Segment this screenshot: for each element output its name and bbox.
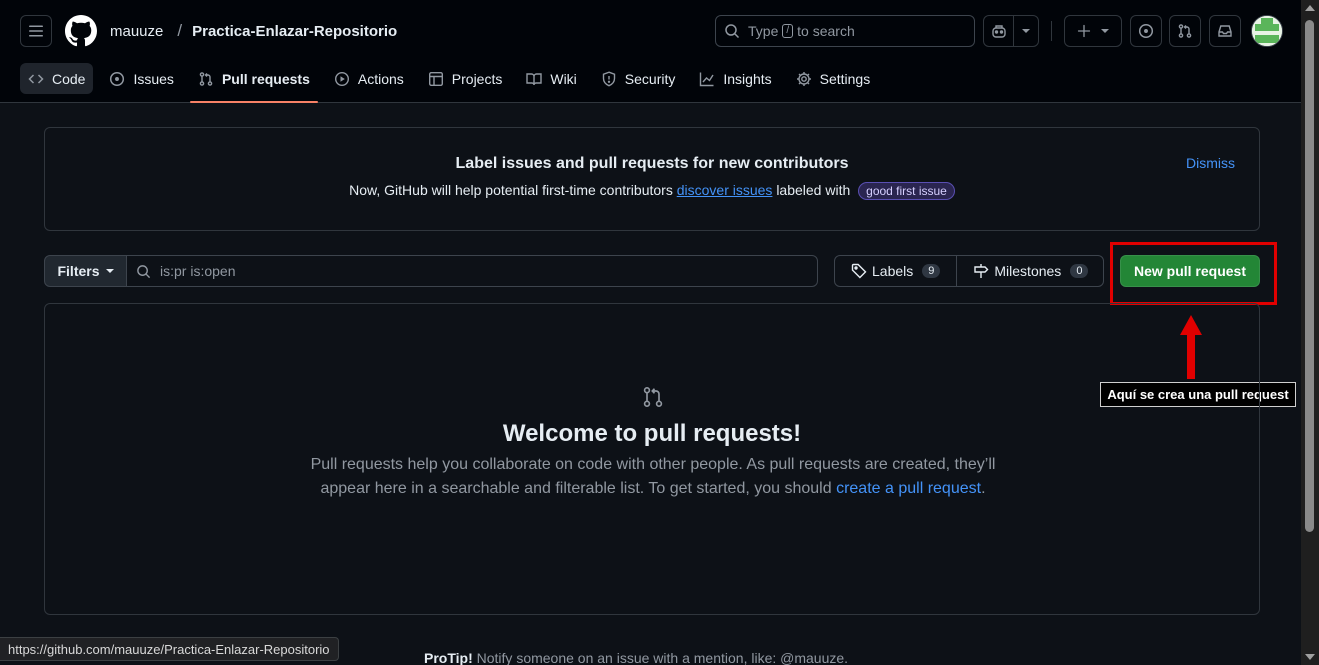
milestones-count: 0	[1070, 264, 1089, 278]
filters-button[interactable]: Filters	[44, 255, 127, 287]
copilot-dropdown-button[interactable]	[1014, 29, 1038, 33]
inbox-button[interactable]	[1209, 15, 1241, 47]
menu-button[interactable]	[20, 15, 52, 47]
search-placeholder-suffix: to search	[797, 23, 855, 39]
tag-icon	[851, 263, 867, 279]
milestones-button[interactable]: Milestones 0	[956, 256, 1104, 286]
milestones-label: Milestones	[994, 263, 1062, 279]
tab-wiki[interactable]: Wiki	[518, 63, 584, 94]
labels-count: 9	[922, 264, 941, 278]
copilot-button[interactable]	[983, 15, 1039, 47]
copilot-icon[interactable]	[984, 16, 1014, 46]
search-icon	[725, 24, 740, 39]
search-shortcut-key: /	[782, 24, 794, 38]
breadcrumb-separator: /	[177, 21, 183, 40]
tab-insights[interactable]: Insights	[691, 63, 779, 94]
protip: ProTip! Notify someone on an issue with …	[424, 650, 848, 665]
search-input[interactable]: Type / to search	[715, 15, 975, 47]
tab-projects[interactable]: Projects	[420, 63, 511, 94]
create-pull-request-link[interactable]: create a pull request	[836, 480, 981, 497]
git-pull-request-icon	[1178, 24, 1192, 38]
scroll-up-arrow-icon[interactable]	[1305, 5, 1315, 11]
header-divider	[1051, 21, 1052, 41]
banner-title: Label issues and pull requests for new c…	[455, 155, 849, 172]
plus-icon	[1077, 24, 1091, 38]
issue-opened-icon	[1138, 23, 1154, 39]
banner-text-before: Now, GitHub will help potential first-ti…	[349, 182, 673, 198]
page-scrollbar[interactable]	[1301, 0, 1319, 665]
discover-issues-link[interactable]: discover issues	[677, 182, 773, 198]
tab-label: Insights	[723, 70, 772, 87]
scrollbar-thumb[interactable]	[1305, 20, 1314, 532]
tab-label: Actions	[357, 70, 404, 87]
tab-label: Projects	[451, 70, 503, 87]
shield-icon	[602, 70, 615, 86]
issue-opened-icon	[110, 71, 125, 86]
filter-search-input[interactable]	[160, 263, 760, 279]
play-icon	[334, 71, 349, 86]
global-header: mauuze / Practica-Enlazar-Repositorio Ty…	[0, 0, 1301, 103]
chevron-down-icon	[105, 269, 114, 273]
protip-text: Notify someone on an issue with a mentio…	[476, 650, 849, 665]
dismiss-button[interactable]: Dismiss	[1186, 155, 1235, 171]
pull-requests-button[interactable]	[1169, 15, 1201, 47]
tab-label: Pull requests	[221, 70, 310, 87]
tab-issues[interactable]: Issues	[101, 63, 181, 94]
github-logo-icon[interactable]	[65, 15, 97, 47]
avatar[interactable]	[1251, 15, 1283, 47]
tab-code[interactable]: Code	[20, 63, 94, 94]
chevron-down-icon	[1022, 29, 1030, 33]
search-icon	[137, 264, 151, 278]
hamburger-icon	[29, 25, 43, 37]
protip-bold: ProTip!	[424, 650, 473, 665]
search-placeholder-prefix: Type	[748, 23, 779, 39]
tab-actions[interactable]: Actions	[326, 63, 412, 94]
tab-label: Code	[52, 70, 86, 87]
repo-name-link[interactable]: Practica-Enlazar-Repositorio	[192, 23, 397, 40]
code-icon	[28, 73, 44, 84]
blankslate-period: .	[981, 480, 986, 497]
labels-milestones-group: Labels 9 Milestones 0	[834, 255, 1104, 287]
filters-label: Filters	[57, 263, 100, 279]
graph-icon	[700, 72, 714, 86]
tab-label: Issues	[133, 70, 174, 87]
browser-status-url: https://github.com/mauuze/Practica-Enlaz…	[0, 637, 339, 661]
table-icon	[428, 71, 443, 86]
labels-label: Labels	[872, 263, 914, 279]
blankslate-title: Welcome to pull requests!	[502, 420, 802, 447]
create-new-button[interactable]	[1064, 15, 1122, 47]
tab-label: Settings	[819, 70, 871, 87]
book-icon	[526, 72, 543, 85]
repo-owner-link[interactable]: mauuze	[110, 23, 163, 40]
tab-label: Wiki	[550, 70, 577, 87]
gear-icon	[796, 71, 811, 86]
tab-security[interactable]: Security	[593, 63, 684, 94]
good-first-issue-label[interactable]: good first issue	[858, 182, 955, 200]
filter-search-field[interactable]	[126, 255, 818, 287]
pull-requests-blankslate: Welcome to pull requests! Pull requests …	[44, 303, 1260, 615]
chevron-down-icon	[1101, 29, 1109, 33]
git-pull-request-icon	[643, 387, 663, 407]
git-pull-request-icon	[199, 71, 213, 86]
tab-label: Security	[624, 70, 676, 87]
inbox-icon	[1218, 25, 1232, 37]
tab-settings[interactable]: Settings	[788, 63, 879, 94]
scroll-down-arrow-icon[interactable]	[1305, 654, 1315, 660]
banner-text-after: labeled with	[776, 182, 851, 198]
highlight-box	[1110, 242, 1277, 305]
issues-button[interactable]	[1130, 15, 1162, 47]
banner-text: Now, GitHub will help potential first-ti…	[45, 182, 1259, 200]
new-contributors-banner: Label issues and pull requests for new c…	[44, 127, 1260, 231]
milestone-icon	[974, 264, 989, 278]
tab-pull-requests[interactable]: Pull requests	[189, 63, 318, 103]
repo-nav: Code Issues Pull requests Actions Projec…	[20, 63, 886, 103]
blankslate-text: Pull requests help you collaborate on co…	[295, 453, 1011, 501]
labels-button[interactable]: Labels 9	[835, 256, 956, 286]
